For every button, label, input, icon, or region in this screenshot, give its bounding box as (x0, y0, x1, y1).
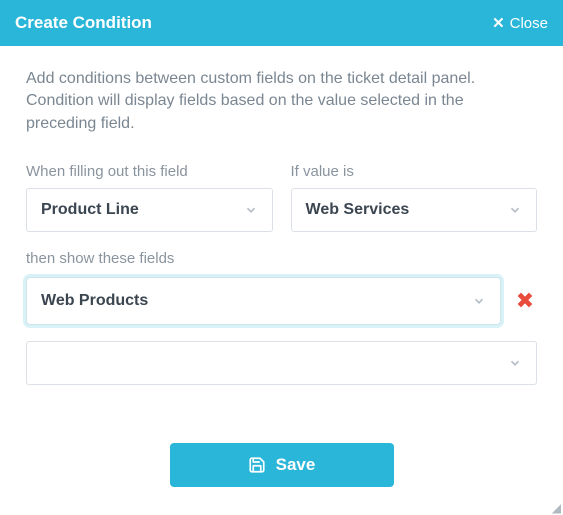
when-field-group: When filling out this field Product Line (26, 163, 273, 232)
modal-content: Add conditions between custom fields on … (0, 46, 563, 443)
if-field-group: If value is Web Services (291, 163, 538, 232)
show-value-1: Web Products (41, 292, 148, 310)
remove-button[interactable]: ✖ (513, 288, 537, 314)
remove-icon: ✖ (516, 288, 534, 313)
create-condition-modal: Create Condition ✕ Close Add conditions … (0, 0, 563, 513)
save-icon (248, 456, 266, 474)
if-value: Web Services (306, 201, 410, 219)
chevron-down-icon (508, 356, 522, 370)
close-icon: ✕ (492, 16, 505, 31)
when-select[interactable]: Product Line (26, 188, 273, 232)
if-label: If value is (291, 163, 538, 180)
save-label: Save (276, 455, 316, 475)
show-select-1[interactable]: Web Products (26, 277, 501, 325)
when-value: Product Line (41, 201, 139, 219)
chevron-down-icon (508, 203, 522, 217)
close-button[interactable]: ✕ Close (492, 15, 548, 32)
show-select-empty[interactable] (26, 341, 537, 385)
condition-row: When filling out this field Product Line… (26, 163, 537, 232)
chevron-down-icon (472, 294, 486, 308)
modal-header: Create Condition ✕ Close (0, 0, 563, 46)
if-select[interactable]: Web Services (291, 188, 538, 232)
when-label: When filling out this field (26, 163, 273, 180)
modal-title: Create Condition (15, 13, 152, 33)
close-label: Close (510, 15, 548, 32)
show-field-row-1: Web Products ✖ (26, 277, 537, 325)
chevron-down-icon (244, 203, 258, 217)
description-text: Add conditions between custom fields on … (26, 68, 537, 135)
save-button[interactable]: Save (170, 443, 394, 487)
show-label: then show these fields (26, 250, 537, 267)
modal-footer: Save (0, 443, 563, 513)
